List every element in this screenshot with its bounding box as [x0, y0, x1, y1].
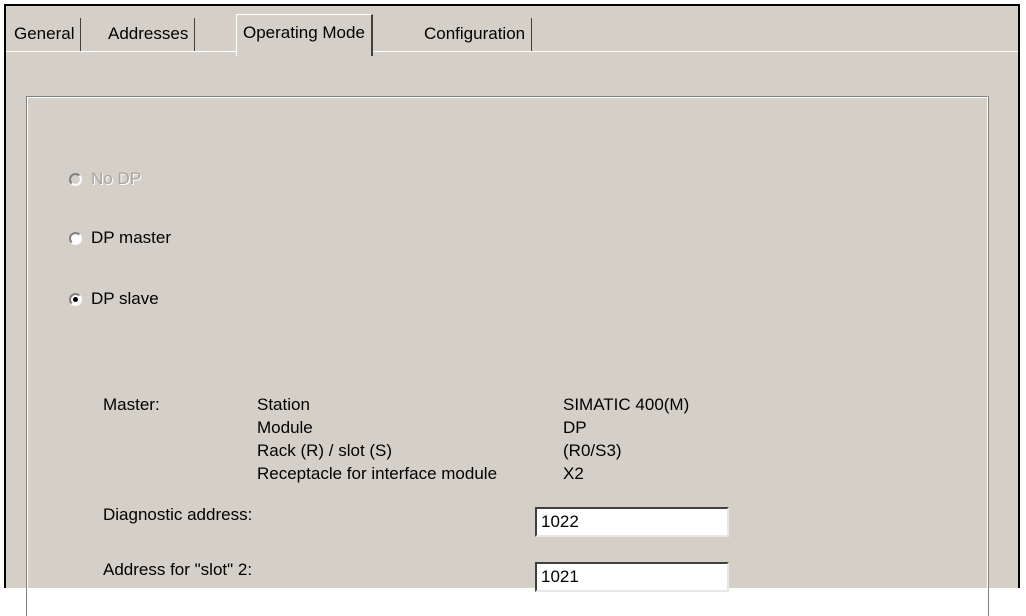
slot2-address-label: Address for "slot" 2: [103, 560, 253, 579]
operating-mode-panel: No DP DP master DP slave Master: Station… [6, 51, 1018, 616]
master-key-station: Station [257, 395, 310, 414]
master-value-rack-slot: (R0/S3) [563, 441, 622, 460]
master-key-module: Module [257, 418, 313, 437]
radio-dp-slave[interactable]: DP slave [69, 287, 159, 311]
tab-label: Configuration [424, 24, 526, 43]
master-key-rack-slot: Rack (R) / slot (S) [257, 441, 393, 460]
tab-configuration[interactable]: Configuration [418, 18, 533, 52]
diagnostic-address-input[interactable] [535, 507, 729, 537]
master-key-receptacle: Receptacle for interface module [257, 464, 498, 483]
tab-label: Addresses [108, 24, 189, 43]
radio-button[interactable] [69, 172, 82, 186]
radio-label: DP slave [91, 289, 159, 308]
radio-label: DP master [91, 228, 171, 247]
radio-label: No DP [91, 169, 142, 188]
tab-general[interactable]: General [8, 18, 82, 52]
radio-button[interactable] [69, 231, 82, 245]
diagnostic-address-label: Diagnostic address: [103, 505, 253, 524]
radio-dp-master[interactable]: DP master [69, 226, 171, 250]
radio-no-dp[interactable]: No DP [69, 167, 141, 191]
tab-addresses[interactable]: Addresses [102, 18, 196, 52]
tab-strip: General Addresses Operating Mode Configu… [6, 6, 1018, 56]
radio-selected-dot [73, 296, 78, 302]
master-label: Master: [103, 395, 160, 414]
operating-mode-group: No DP DP master DP slave Master: Station… [26, 96, 988, 616]
properties-dialog: General Addresses Operating Mode Configu… [4, 4, 1020, 616]
tab-label: Operating Mode [243, 23, 365, 42]
tab-operating-mode[interactable]: Operating Mode [236, 14, 373, 56]
master-value-station: SIMATIC 400(M) [563, 395, 690, 414]
master-value-receptacle: X2 [563, 464, 584, 483]
tab-label: General [14, 24, 75, 43]
master-value-module: DP [563, 418, 587, 437]
radio-button[interactable] [69, 292, 82, 306]
